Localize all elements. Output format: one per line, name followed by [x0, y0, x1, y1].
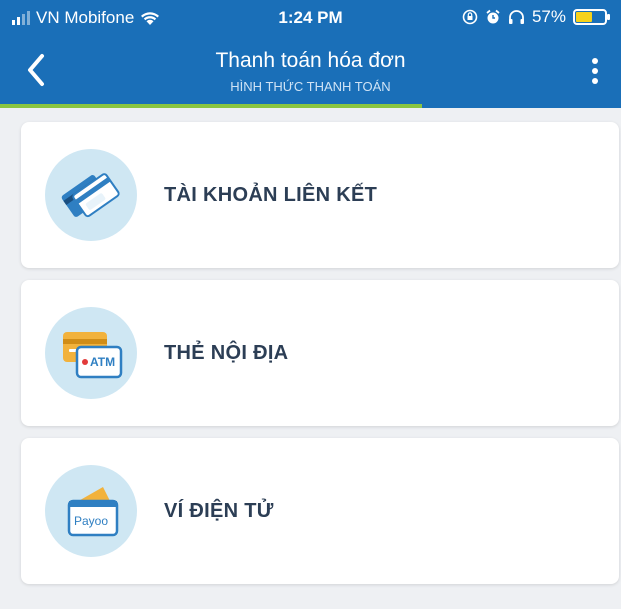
option-label: THẺ NỘI ĐỊA — [164, 342, 289, 364]
alarm-icon — [486, 9, 500, 24]
payment-option-e-wallet[interactable]: Payoo VÍ ĐIỆN TỬ — [21, 438, 619, 584]
payment-option-domestic-card[interactable]: ATM THẺ NỘI ĐỊA — [21, 280, 619, 426]
step-progress-fill — [0, 104, 423, 108]
menu-dot — [592, 78, 598, 84]
atm-text: ATM — [90, 355, 116, 369]
battery-level — [576, 12, 592, 22]
more-menu-button[interactable] — [583, 54, 607, 88]
linked-cards-icon — [45, 149, 137, 241]
step-progress-bar — [0, 104, 621, 108]
battery-icon — [573, 9, 610, 25]
page-subtitle: HÌNH THỨC THANH TOÁN — [230, 79, 391, 94]
payment-option-linked-account[interactable]: TÀI KHOẢN LIÊN KẾT — [21, 122, 619, 268]
menu-dot — [592, 58, 598, 64]
nav-bar: Thanh toán hóa đơn HÌNH THỨC THANH TOÁN — [0, 36, 621, 104]
wallet-text: Payoo — [74, 514, 109, 528]
page-title: Thanh toán hóa đơn — [215, 49, 406, 72]
status-bar-right: 57% — [462, 7, 610, 27]
menu-dot — [592, 68, 598, 74]
option-label: TÀI KHOẢN LIÊN KẾT — [164, 184, 378, 206]
option-label: VÍ ĐIỆN TỬ — [164, 500, 274, 522]
battery-percent: 57% — [531, 7, 566, 26]
status-bar: VN Mobifone 1:24 PM 57% — [0, 0, 621, 36]
headphones-icon — [508, 10, 524, 24]
atm-card-icon: ATM — [45, 307, 137, 399]
orientation-lock-icon — [462, 9, 478, 25]
e-wallet-icon: Payoo — [45, 465, 137, 557]
